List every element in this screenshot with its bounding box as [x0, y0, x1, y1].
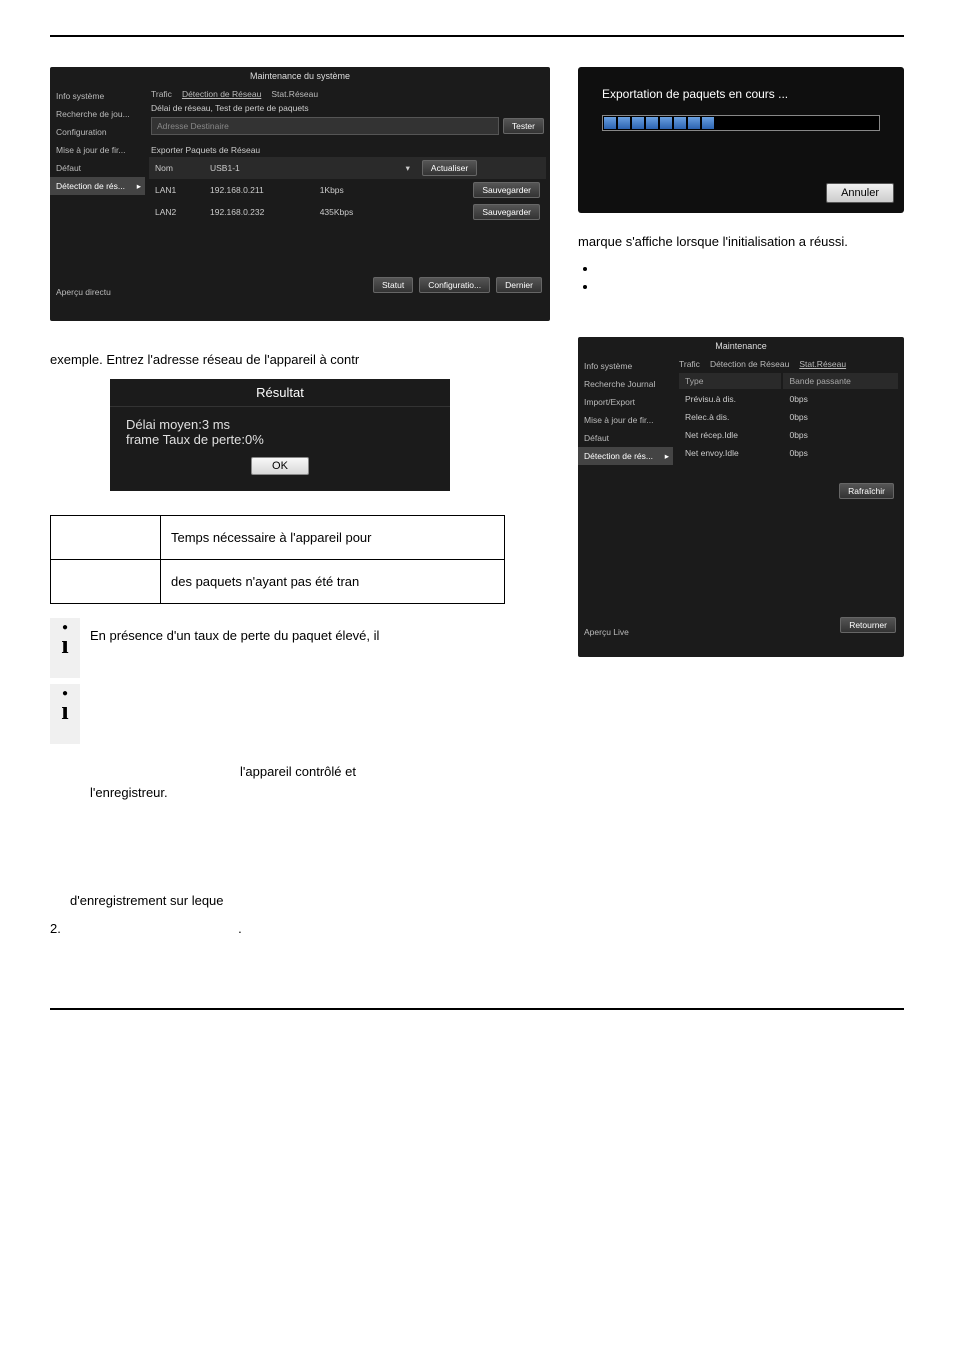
lan-rate: 435Kbps — [314, 201, 389, 223]
cancel-button[interactable]: Annuler — [826, 183, 894, 203]
bw-key: Prévisu.à dis. — [679, 391, 781, 407]
window-title: Maintenance — [578, 337, 904, 355]
return-button[interactable]: Retourner — [840, 617, 896, 633]
config-button[interactable]: Configuratio... — [419, 277, 490, 293]
list-item-2: 2. . — [50, 920, 550, 938]
sidebar-item-firmware[interactable]: Mise à jour de fir... — [50, 141, 145, 159]
result-title: Résultat — [110, 379, 450, 407]
result-delay-line: Délai moyen:3 ms — [126, 417, 434, 432]
maintenance-window: Maintenance Info système Recherche Journ… — [578, 337, 904, 657]
bw-val: 0bps — [783, 427, 898, 443]
info-text-1: En présence d'un taux de perte du paquet… — [86, 618, 550, 655]
tab-netdetect[interactable]: Détection de Réseau — [182, 89, 261, 99]
bw-key: Relec.à dis. — [679, 409, 781, 425]
result-dialog: Résultat Délai moyen:3 ms frame Taux de … — [110, 379, 450, 491]
bw-val: 0bps — [783, 445, 898, 461]
sidebar-live-preview[interactable]: Aperçu directu — [50, 281, 145, 303]
table-row: LAN2 192.168.0.232 435Kbps Sauvegarder — [149, 201, 546, 223]
stat-key-1 — [51, 516, 161, 560]
sidebar-item-config[interactable]: Configuration — [50, 123, 145, 141]
info-icon: ●ı — [50, 618, 80, 678]
info-icon: ●ı — [50, 684, 80, 744]
save-lan1-button[interactable]: Sauvegarder — [473, 182, 540, 198]
dropdown-icon[interactable]: ▾ — [389, 157, 416, 179]
sidebar-live-preview[interactable]: Aperçu Live — [578, 621, 673, 643]
sidebar-item-firmware[interactable]: Mise à jour de fir... — [578, 411, 673, 429]
page-bottom-rule — [50, 1008, 904, 1010]
tab-netdetect[interactable]: Détection de Réseau — [710, 359, 789, 369]
bandwidth-table: Type Bande passante Prévisu.à dis.0bps R… — [677, 371, 900, 463]
table-row: LAN1 192.168.0.211 1Kbps Sauvegarder — [149, 179, 546, 201]
refresh-button[interactable]: Rafraîchir — [839, 483, 894, 499]
section-delay-loss: Délai de réseau, Test de perte de paquet… — [149, 101, 546, 115]
bw-val: 0bps — [783, 409, 898, 425]
status-button[interactable]: Statut — [373, 277, 413, 293]
recording-line: d'enregistrement sur leque — [70, 892, 550, 910]
sidebar-item-default[interactable]: Défaut — [578, 429, 673, 447]
export-table: Nom USB1-1 ▾ Actualiser LAN1 192.168.0.2… — [149, 157, 546, 223]
dest-address-input[interactable]: Adresse Destinaire — [151, 117, 499, 135]
tab-traffic[interactable]: Trafic — [151, 89, 172, 99]
bullet-1 — [598, 261, 904, 279]
example-text: exemple. Entrez l'adresse réseau de l'ap… — [50, 351, 550, 369]
save-lan2-button[interactable]: Sauvegarder — [473, 204, 540, 220]
progress-bar — [602, 115, 880, 131]
sidebar-item-netdetect[interactable]: Détection de rés... — [50, 177, 145, 195]
stats-table: Temps nécessaire à l'appareil pour des p… — [50, 515, 505, 604]
export-progress-dialog: Exportation de paquets en cours ... Annu… — [578, 67, 904, 213]
tab-netstat[interactable]: Stat.Réseau — [799, 359, 846, 369]
tab-row: Trafic Détection de Réseau Stat.Réseau — [149, 85, 546, 101]
window-title: Maintenance du système — [50, 67, 550, 85]
col-type: Type — [679, 373, 781, 389]
sidebar-item-journal[interactable]: Recherche Journal — [578, 375, 673, 393]
ok-button[interactable]: OK — [251, 457, 309, 475]
result-loss-line: frame Taux de perte:0% — [126, 432, 434, 447]
lan-rate: 1Kbps — [314, 179, 389, 201]
bw-val: 0bps — [783, 391, 898, 407]
export-progress-title: Exportation de paquets en cours ... — [602, 87, 880, 101]
sidebar-item-netdetect[interactable]: Détection de rés... — [578, 447, 673, 465]
info-note-2: ●ı l'appareil contrôlé et l'enregistreur… — [50, 684, 550, 812]
col-name: Nom — [149, 157, 204, 179]
col-usb[interactable]: USB1-1 — [204, 157, 389, 179]
tab-row: Trafic Détection de Réseau Stat.Réseau — [677, 355, 900, 371]
sidebar-item-info[interactable]: Info système — [578, 357, 673, 375]
tab-traffic[interactable]: Trafic — [679, 359, 700, 369]
sidebar: Info système Recherche Journal Import/Ex… — [578, 355, 673, 645]
system-maintenance-window: Maintenance du système Info système Rech… — [50, 67, 550, 321]
bw-key: Net envoy.Idle — [679, 445, 781, 461]
page-top-rule — [50, 35, 904, 37]
sidebar: Info système Recherche de jou... Configu… — [50, 85, 145, 305]
refresh-button[interactable]: Actualiser — [422, 160, 477, 176]
stat-desc-1: Temps nécessaire à l'appareil pour — [161, 516, 505, 560]
bullet-2 — [598, 279, 904, 297]
info-note-1: ●ı En présence d'un taux de perte du paq… — [50, 618, 550, 678]
bw-key: Net récep.Idle — [679, 427, 781, 443]
sidebar-item-journal[interactable]: Recherche de jou... — [50, 105, 145, 123]
lan-ip: 192.168.0.211 — [204, 179, 314, 201]
sidebar-item-default[interactable]: Défaut — [50, 159, 145, 177]
stat-desc-2: des paquets n'ayant pas été tran — [161, 560, 505, 604]
lan-ip: 192.168.0.232 — [204, 201, 314, 223]
tab-netstat[interactable]: Stat.Réseau — [271, 89, 318, 99]
lan-name: LAN2 — [149, 201, 204, 223]
test-button[interactable]: Tester — [503, 118, 544, 134]
section-export-packets: Exporter Paquets de Réseau — [149, 143, 546, 157]
lan-name: LAN1 — [149, 179, 204, 201]
last-button[interactable]: Dernier — [496, 277, 542, 293]
success-text: marque s'affiche lorsque l'initialisatio… — [578, 233, 904, 251]
stat-key-2 — [51, 560, 161, 604]
info-text-2: l'appareil contrôlé et l'enregistreur. — [86, 684, 550, 812]
sidebar-item-import[interactable]: Import/Export — [578, 393, 673, 411]
bullet-list — [598, 261, 904, 297]
sidebar-item-info[interactable]: Info système — [50, 87, 145, 105]
col-bandwidth: Bande passante — [783, 373, 898, 389]
